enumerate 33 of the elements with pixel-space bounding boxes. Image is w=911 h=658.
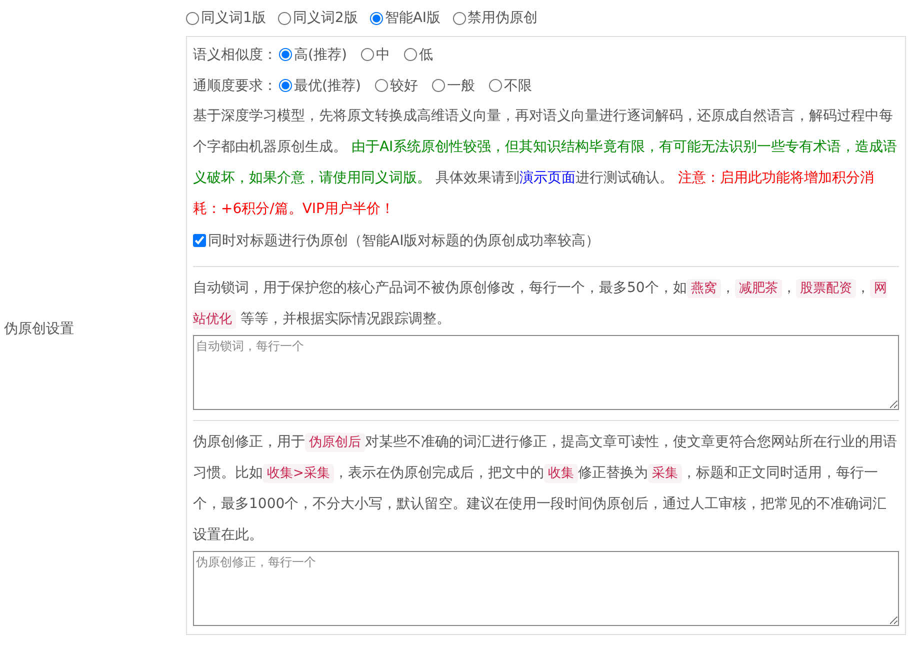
demo-link[interactable]: 演示页面 (519, 170, 576, 186)
checkbox-label: 同时对标题进行伪原创（智能AI版对标题的伪原创成功率较高） (208, 232, 600, 250)
option-label: 高(推荐) (294, 46, 347, 64)
radio-button[interactable] (186, 12, 199, 24)
option-label: 一般 (446, 76, 475, 94)
option-label: 最优(推荐) (294, 76, 361, 94)
radio-button[interactable] (370, 12, 383, 24)
description-text: 伪原创修正，用于 伪原创后 对某些不准确的词汇进行修正，提高文章可读性，使文章更符合您网站所在行业的用语习惯。比如 收集>采集 ，表示在伪原创完成后，把文中的 收集 修正替换为 采集 ，标题和正文同时适用，每行一个，最多1000个，不分大小写，默认留空。建议在使用一段时间伪原创后，通过人工审核，把常见的不准确词汇设置在此。 (193, 432, 898, 545)
radio-button[interactable] (432, 79, 445, 92)
corrections-field[interactable]: 伪原创修正，每行一个 (193, 551, 899, 626)
radio-button[interactable] (404, 48, 417, 61)
option-label: 同义词1版 (201, 9, 266, 27)
radio-button[interactable] (279, 48, 292, 61)
option-label: 中 (376, 46, 390, 64)
checkbox[interactable] (193, 234, 206, 247)
option-label: 不限 (504, 76, 532, 94)
option-label: 智能AI版 (384, 9, 441, 27)
radio-button[interactable] (279, 79, 292, 92)
radio-button[interactable] (360, 48, 374, 61)
lock-words-field[interactable]: 自动锁词，每行一个 (193, 335, 899, 410)
radio-button[interactable] (374, 79, 388, 92)
description-text: 自动锁词，用于保护您的核心产品词不被伪原创修改，每行一个，最多50个，如 燕窝 ， 减肥茶 ， 股票配资 ， 网站优化 等等，并根据实际情况跟踪调整。 (193, 278, 888, 331)
field-label: 通顺度要求： (193, 76, 277, 94)
radio-button[interactable] (452, 12, 466, 24)
option-label: 同义词2版 (292, 9, 358, 27)
radio-button[interactable] (278, 12, 291, 24)
description-text: 基于深度学习模型，先将原文转换成高维语义向量，再对语义向量进行逐词解码，还原成自然语言，解码过程中每个字都由机器原创生成。 由于AI系统原创性较强，但其知识结构毕竟有限，有可能无法识别一些专有术语，造成语义破坏，如果介意，请使用同义词版。 具体效果请到演示页面进行测试确认。 注意：启用此功能将增加积分消耗：+6积分/篇。VIP用户半价！ (193, 107, 898, 219)
option-label: 低 (418, 46, 433, 64)
field-label: 语义相似度： (193, 46, 277, 64)
radio-button[interactable] (488, 79, 502, 92)
setting-label: 伪原创设置 (4, 320, 74, 338)
option-label: 较好 (390, 76, 418, 94)
option-label: 禁用伪原创 (468, 9, 538, 27)
